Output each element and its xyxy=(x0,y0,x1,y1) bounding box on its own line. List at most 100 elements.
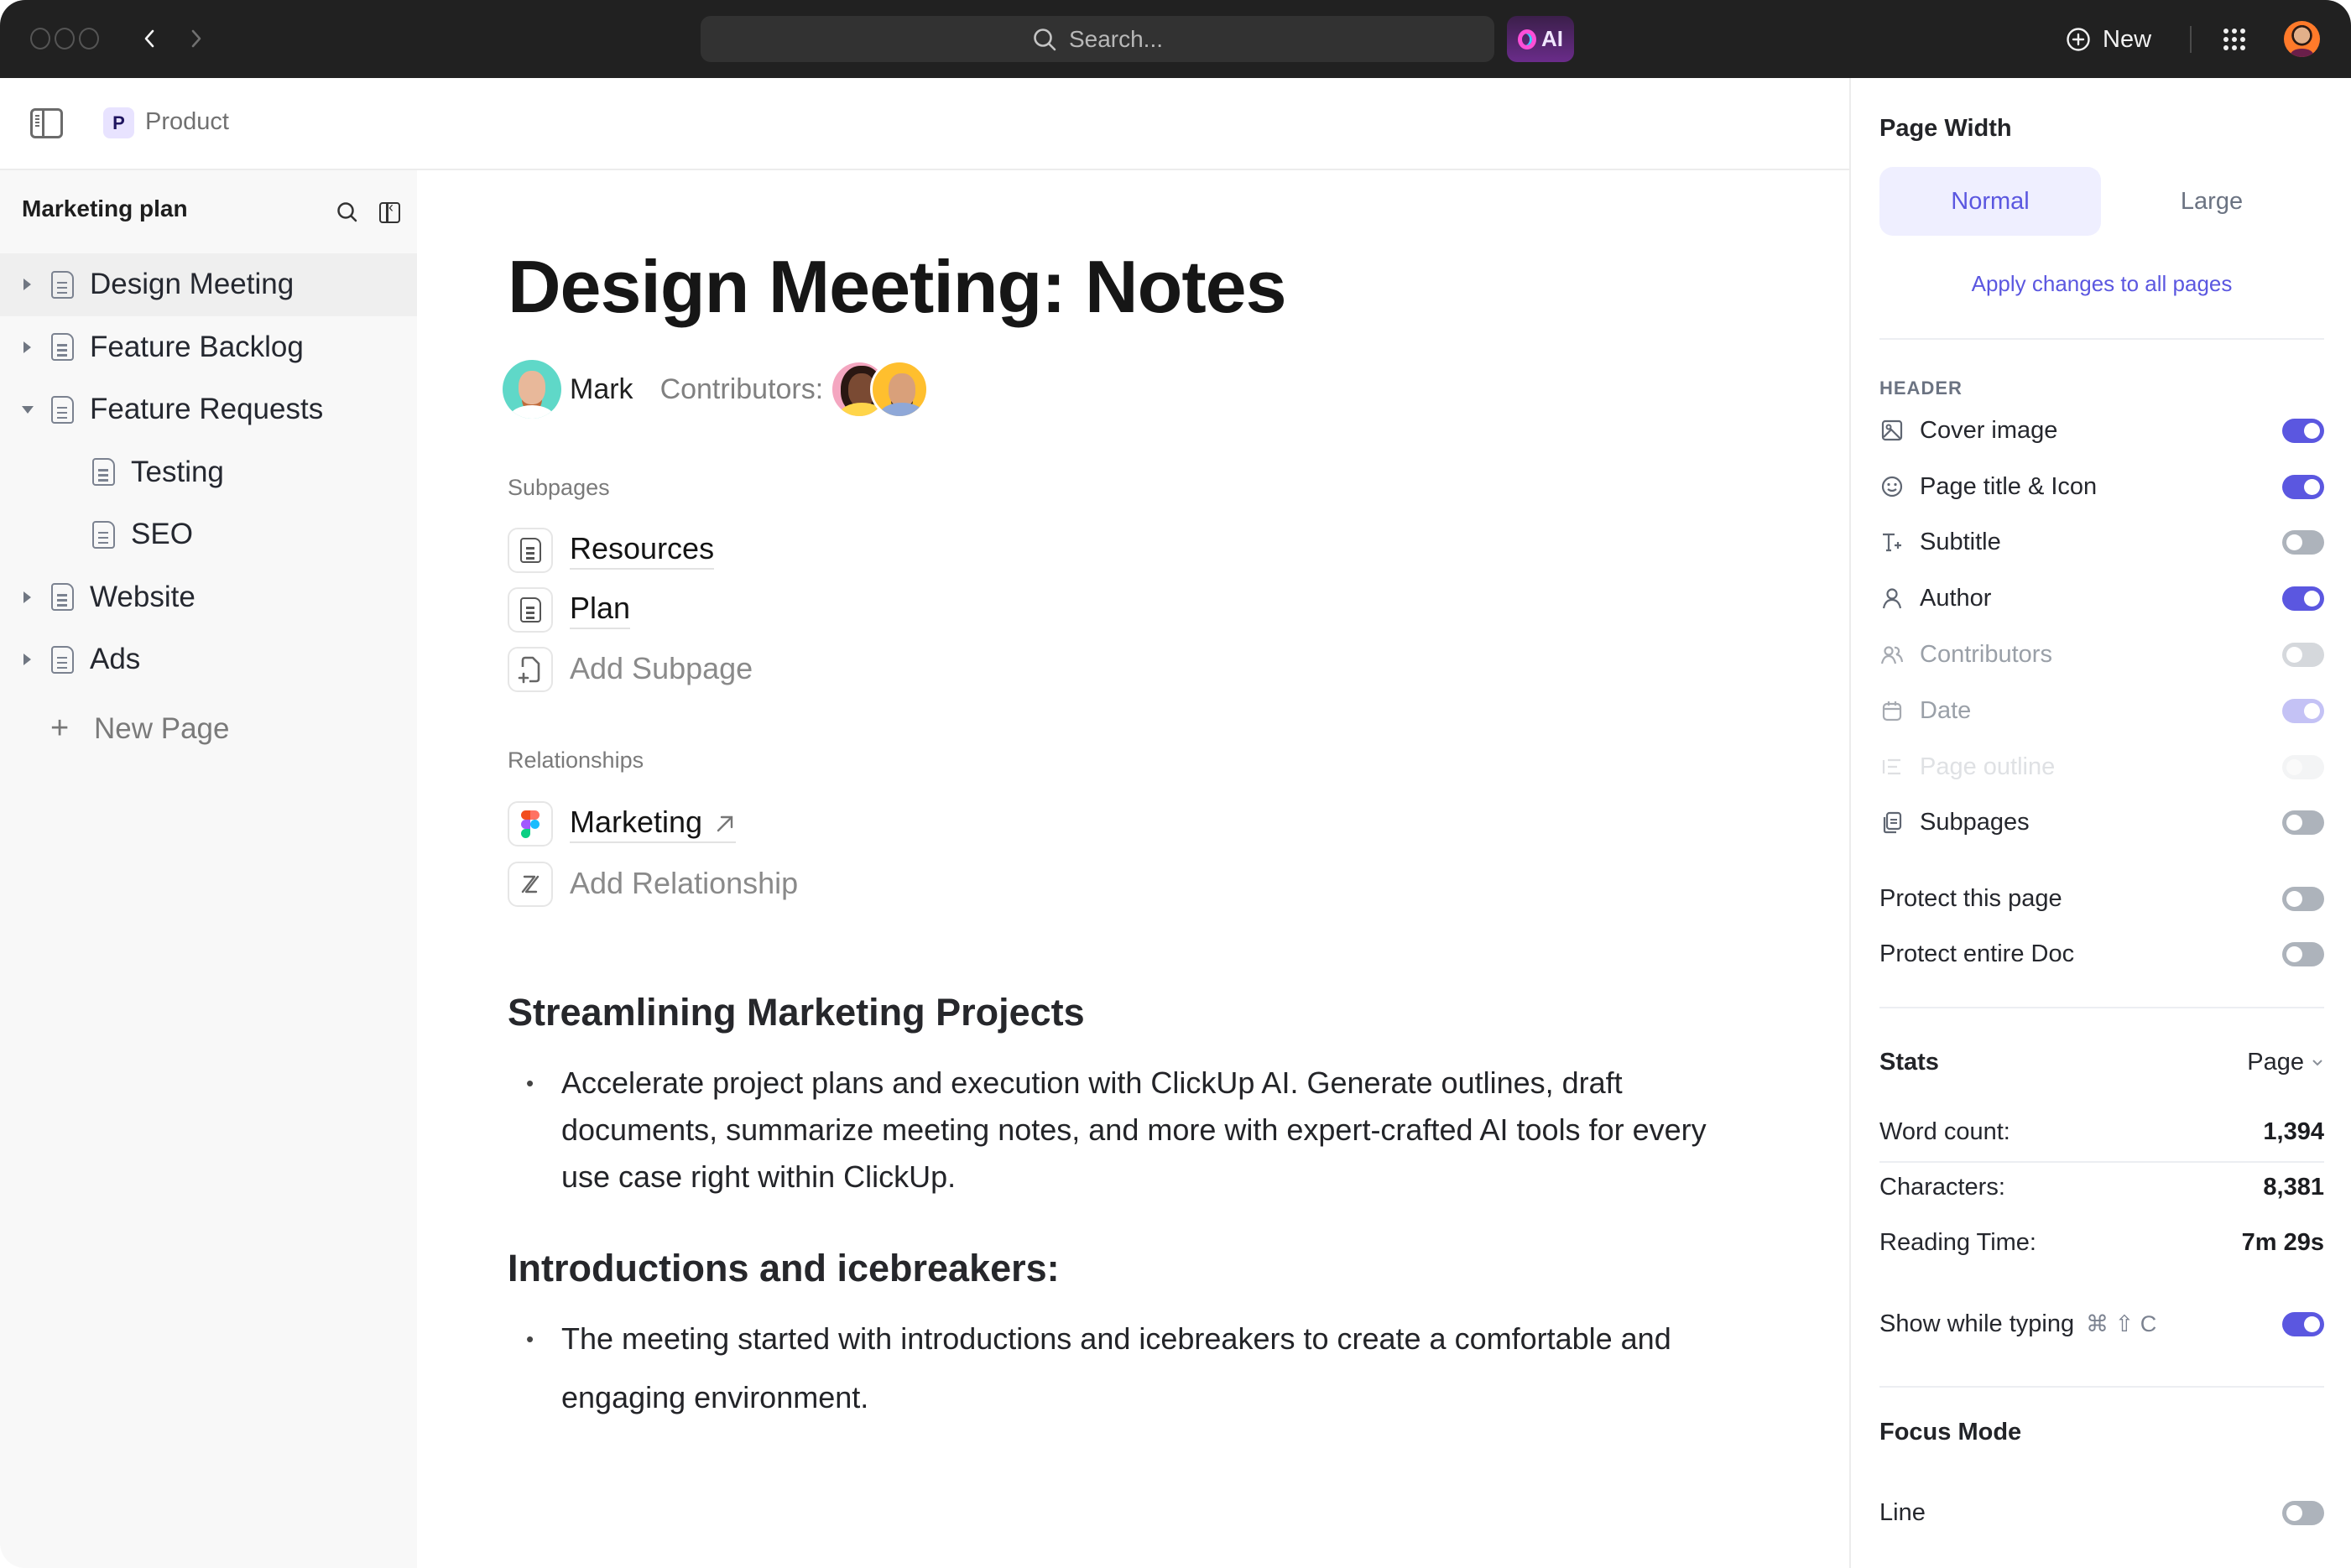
page-icon xyxy=(51,645,74,674)
relationship-title[interactable]: Marketing xyxy=(570,805,737,843)
header-option-label: Page outline xyxy=(1920,753,2056,780)
author-name[interactable]: Mark xyxy=(570,373,633,406)
sidebar-toggle-icon[interactable] xyxy=(30,108,63,138)
divider xyxy=(1879,1007,2324,1008)
apply-to-all-pages-link[interactable]: Apply changes to all pages xyxy=(1851,271,2351,297)
sidebar-item[interactable]: Website xyxy=(0,566,417,629)
add-page-icon xyxy=(518,656,540,684)
doc-sidebar: Marketing plan Design Meeting Feature Bac… xyxy=(0,170,417,1568)
stat-value: 7m 29s xyxy=(2241,1229,2324,1256)
new-page-button[interactable]: + New Page xyxy=(0,691,417,767)
sidebar-item[interactable]: Design Meeting xyxy=(0,253,417,316)
subpage-link[interactable]: Resources xyxy=(508,527,715,574)
calendar-icon xyxy=(1879,698,1905,723)
sidebar-item[interactable]: Feature Backlog xyxy=(0,316,417,379)
plus-circle-icon xyxy=(2067,28,2090,51)
back-button[interactable] xyxy=(134,22,164,55)
header-option-toggle[interactable] xyxy=(2282,810,2324,835)
sidebar-item[interactable]: Feature Requests xyxy=(0,378,417,441)
header-option-toggle[interactable] xyxy=(2282,642,2324,667)
stats-scope-dropdown[interactable]: Page xyxy=(2247,1049,2324,1076)
header-option-label: Page title & Icon xyxy=(1920,472,2098,500)
window-maximize-button[interactable] xyxy=(79,28,99,49)
stat-row: Reading Time: 7m 29s xyxy=(1879,1229,2324,1257)
protect-page-label: Protect this page xyxy=(1879,884,2062,912)
protect-page-toggle[interactable] xyxy=(2282,886,2324,911)
width-option-normal[interactable]: Normal xyxy=(1879,167,2101,236)
header-option-toggle[interactable] xyxy=(2282,698,2324,723)
header-option-toggle[interactable] xyxy=(2282,754,2324,779)
sidebar-item-label: Ads xyxy=(90,643,141,676)
sidebar-item-label: Design Meeting xyxy=(90,268,295,301)
bullet-text[interactable]: Accelerate project plans and execution w… xyxy=(561,1060,1718,1201)
page-settings-panel: Page Width Normal Large Apply changes to… xyxy=(1849,78,2351,1568)
relationship-link[interactable]: Marketing xyxy=(508,800,737,847)
sidebar-item-label: Feature Requests xyxy=(90,393,324,426)
caret-right-icon[interactable] xyxy=(23,341,31,353)
window-minimize-button[interactable] xyxy=(55,28,75,49)
subpages-label: Subpages xyxy=(508,475,610,500)
caret-down-icon[interactable] xyxy=(22,405,34,414)
protect-doc-toggle[interactable] xyxy=(2282,941,2324,966)
window-close-button[interactable] xyxy=(30,28,50,49)
sidebar-item-label: Website xyxy=(90,580,195,613)
page-icon xyxy=(519,538,541,563)
header-option-toggle[interactable] xyxy=(2282,418,2324,443)
stat-value: 1,394 xyxy=(2263,1118,2324,1145)
sidebar-item[interactable]: Testing xyxy=(0,441,417,504)
subpage-title[interactable]: Resources xyxy=(570,531,715,570)
sidebar-search-button[interactable] xyxy=(336,201,359,228)
header-option-row: Page outline xyxy=(1879,748,2324,785)
toolbar-divider xyxy=(2190,26,2192,53)
contributor-avatar[interactable] xyxy=(870,360,930,419)
header-option-label: Author xyxy=(1920,584,1992,612)
apps-grid-icon[interactable] xyxy=(2223,29,2245,50)
add-relationship-button[interactable]: Add Relationship xyxy=(508,861,798,908)
collapse-sidebar-icon[interactable] xyxy=(379,199,400,223)
width-option-large[interactable]: Large xyxy=(2101,167,2322,236)
add-subpage-button[interactable]: Add Subpage xyxy=(508,646,753,693)
search-icon xyxy=(337,202,357,222)
page-tree: Design Meeting Feature Backlog Feature Req… xyxy=(0,253,417,767)
users-icon xyxy=(1879,642,1905,667)
bullet-text[interactable]: The meeting started with introductions a… xyxy=(561,1310,1684,1427)
user-avatar[interactable] xyxy=(2284,21,2320,57)
stat-label: Word count: xyxy=(1879,1118,2010,1145)
forward-button[interactable] xyxy=(181,22,211,55)
stat-label: Characters: xyxy=(1879,1174,2005,1201)
breadcrumb-space-link[interactable]: Product xyxy=(145,108,229,136)
breadcrumb: P Product xyxy=(0,78,1849,170)
page-icon xyxy=(92,458,115,487)
search-placeholder: Search... xyxy=(1068,25,1164,52)
caret-right-icon[interactable] xyxy=(23,279,31,291)
add-relationship-label: Add Relationship xyxy=(570,866,799,900)
stats-scope-value: Page xyxy=(2247,1049,2304,1076)
section-heading: Introductions and icebreakers: xyxy=(508,1247,1060,1289)
new-button[interactable]: New xyxy=(2066,18,2151,60)
relationships-label: Relationships xyxy=(508,748,644,773)
image-icon xyxy=(1879,418,1905,443)
ai-button[interactable]: AI xyxy=(1507,16,1574,62)
contributors-label: Contributors: xyxy=(659,372,824,405)
header-option-toggle[interactable] xyxy=(2282,586,2324,611)
header-option-toggle[interactable] xyxy=(2282,474,2324,499)
search-input[interactable]: Search... xyxy=(701,16,1494,62)
show-while-typing-toggle[interactable] xyxy=(2282,1311,2324,1336)
caret-right-icon[interactable] xyxy=(23,654,31,666)
stats-title: Stats xyxy=(1879,1049,1939,1076)
focus-line-toggle[interactable] xyxy=(2282,1500,2324,1525)
sidebar-item[interactable]: Ads xyxy=(0,628,417,691)
sidebar-title: Marketing plan xyxy=(22,195,188,221)
subpage-title[interactable]: Plan xyxy=(570,591,631,629)
figma-icon xyxy=(521,810,540,838)
author-avatar[interactable] xyxy=(503,360,561,419)
page-title[interactable]: Design Meeting: Notes xyxy=(508,244,1287,330)
protect-doc-row: Protect entire Doc xyxy=(1879,935,2324,972)
space-avatar[interactable]: P xyxy=(103,107,134,138)
subpage-link[interactable]: Plan xyxy=(508,586,631,633)
relationship-arrows-icon xyxy=(521,875,540,893)
text-plus-icon xyxy=(1879,529,1905,555)
header-option-toggle[interactable] xyxy=(2282,529,2324,555)
sidebar-item[interactable]: SEO xyxy=(0,503,417,566)
caret-right-icon[interactable] xyxy=(23,591,31,603)
